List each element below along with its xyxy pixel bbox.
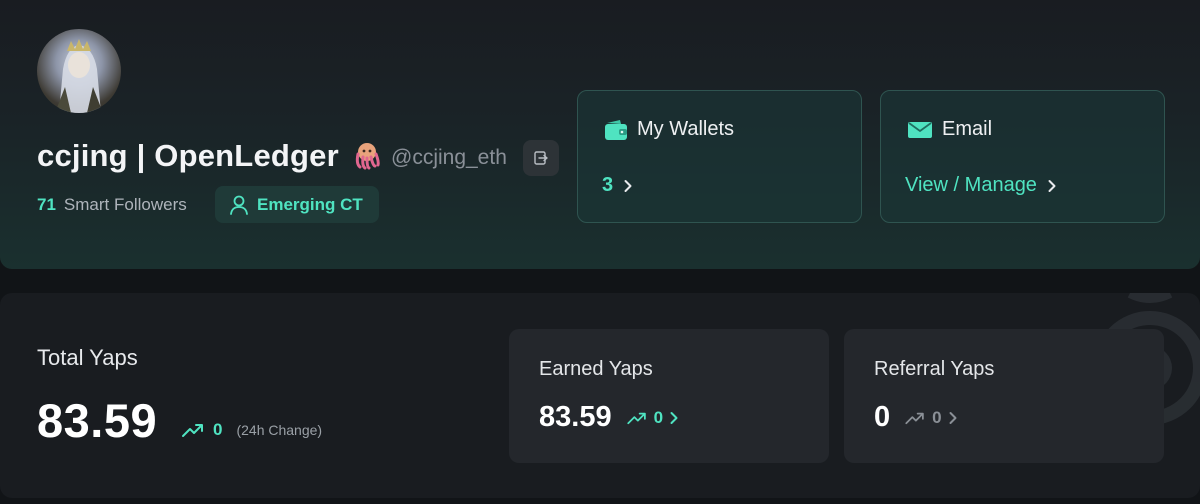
chevron-right-icon <box>624 179 632 192</box>
wallets-card[interactable]: My Wallets 3 <box>577 90 862 223</box>
chevron-right-icon <box>1048 179 1056 192</box>
total-yaps-change-value: 0 <box>213 420 223 439</box>
referral-yaps-change-value: 0 <box>932 407 942 427</box>
trend-up-icon <box>626 412 646 424</box>
smart-followers[interactable]: 71 Smart Followers <box>37 195 187 215</box>
logout-button[interactable] <box>523 140 559 176</box>
wallets-count-link[interactable]: 3 <box>602 174 633 197</box>
chevron-right-icon <box>670 411 678 424</box>
trend-up-icon <box>905 412 924 424</box>
email-title-text: Email <box>942 118 993 140</box>
referral-yaps-title: Referral Yaps <box>874 358 995 380</box>
chevron-right-icon <box>949 411 957 424</box>
referral-yaps-value: 0 <box>874 401 891 433</box>
earned-yaps-card[interactable]: Earned Yaps 83.59 0 <box>509 329 829 463</box>
octopus-badge-icon <box>351 140 383 172</box>
earned-yaps-change[interactable]: 0 <box>626 408 679 428</box>
earned-yaps-change-value: 0 <box>653 407 664 427</box>
avatar[interactable] <box>37 29 121 113</box>
profile-card: ccjing | OpenLedger @ccjing_eth 71 Smart… <box>0 0 1200 269</box>
email-card[interactable]: Email View / Manage <box>880 90 1165 223</box>
email-title: Email <box>907 118 992 141</box>
earned-yaps-title: Earned Yaps <box>539 358 653 380</box>
mail-icon <box>908 121 932 138</box>
referral-yaps-card[interactable]: Referral Yaps 0 0 <box>844 329 1164 463</box>
referral-yaps-row: 0 0 <box>874 401 958 434</box>
yaps-card: Total Yaps 83.59 0 (24h Change) Earned Y… <box>0 293 1200 498</box>
trend-up-icon <box>182 424 203 437</box>
wallet-icon <box>605 119 627 140</box>
smart-followers-label: Smart Followers <box>63 195 187 214</box>
display-name: ccjing | OpenLedger <box>37 138 383 174</box>
user-handle[interactable]: @ccjing_eth <box>391 146 507 170</box>
wallets-count: 3 <box>602 174 614 196</box>
earned-yaps-row: 83.59 0 <box>539 401 679 434</box>
total-yaps-title: Total Yaps <box>37 345 138 370</box>
smart-followers-count: 71 <box>37 195 56 214</box>
total-yaps-change: 0 (24h Change) <box>181 420 322 440</box>
logout-icon <box>534 151 548 165</box>
total-yaps-value: 83.59 <box>37 394 158 447</box>
tier-badge[interactable]: Emerging CT <box>215 186 379 223</box>
tier-label: Emerging CT <box>257 194 363 214</box>
wallets-title-text: My Wallets <box>637 118 735 140</box>
wallets-title: My Wallets <box>604 118 734 141</box>
email-manage-link[interactable]: View / Manage <box>905 174 1057 197</box>
user-icon <box>230 195 248 215</box>
display-name-text: ccjing | OpenLedger <box>37 138 339 173</box>
avatar-image-icon <box>55 39 103 113</box>
email-manage-label: View / Manage <box>905 174 1037 196</box>
earned-yaps-value: 83.59 <box>539 401 612 433</box>
referral-yaps-change[interactable]: 0 <box>904 408 957 428</box>
change-period-note: (24h Change) <box>236 422 323 438</box>
